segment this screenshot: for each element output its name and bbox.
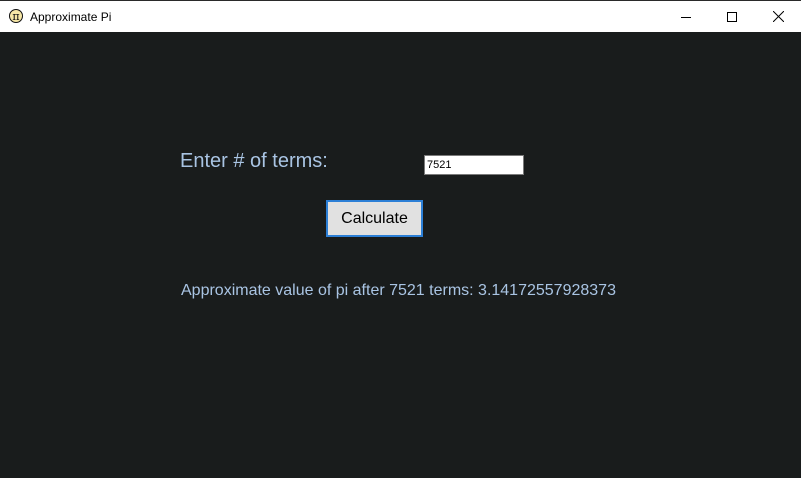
calculate-button[interactable]: Calculate (326, 200, 423, 237)
maximize-icon (727, 11, 737, 22)
window-title: Approximate Pi (30, 10, 112, 24)
minimize-icon (681, 16, 691, 18)
minimize-button[interactable] (663, 1, 709, 32)
terms-prompt-label: Enter # of terms: (180, 150, 328, 172)
pi-app-icon: π (9, 9, 23, 23)
main-content: Enter # of terms: Calculate Approximate … (0, 32, 801, 478)
result-text: Approximate value of pi after 7521 terms… (181, 282, 616, 299)
maximize-button[interactable] (709, 1, 755, 32)
title-bar[interactable]: π Approximate Pi (0, 0, 801, 32)
close-icon (772, 11, 784, 22)
app-window: π Approximate Pi Enter # of terms: Calcu… (0, 0, 801, 478)
terms-input[interactable] (424, 155, 524, 175)
close-button[interactable] (755, 1, 801, 32)
